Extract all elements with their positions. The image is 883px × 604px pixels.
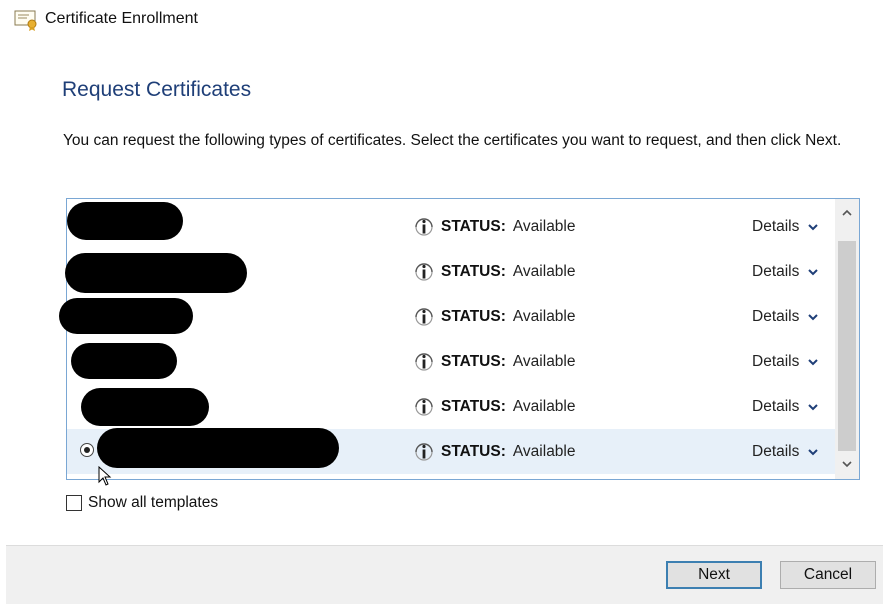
redacted-name bbox=[81, 388, 209, 426]
redacted-name bbox=[67, 202, 183, 240]
certificate-row[interactable]: STATUS: Available Details bbox=[59, 294, 835, 339]
details-toggle[interactable]: Details bbox=[752, 396, 819, 418]
show-all-templates-label: Show all templates bbox=[88, 494, 219, 511]
info-icon bbox=[415, 443, 433, 461]
certificate-row[interactable]: STATUS: Available Details bbox=[65, 249, 835, 294]
status-label: STATUS: bbox=[441, 263, 506, 280]
status-label: STATUS: bbox=[441, 353, 506, 370]
info-icon bbox=[415, 263, 433, 281]
next-button[interactable]: Next bbox=[666, 561, 762, 589]
chevron-down-icon bbox=[808, 449, 819, 456]
details-label: Details bbox=[752, 443, 800, 460]
page-title: Request Certificates bbox=[62, 78, 252, 101]
status-label: STATUS: bbox=[441, 308, 506, 325]
info-icon bbox=[415, 353, 433, 371]
details-toggle[interactable]: Details bbox=[752, 216, 819, 238]
title-bar: Certificate Enrollment bbox=[0, 0, 883, 40]
details-label: Details bbox=[752, 308, 800, 325]
status: STATUS: Available bbox=[413, 261, 576, 283]
status: STATUS: Available bbox=[413, 441, 576, 463]
chevron-down-icon bbox=[808, 314, 819, 321]
redacted-name bbox=[65, 253, 247, 293]
scroll-down-button[interactable] bbox=[835, 453, 859, 475]
instructions-text: You can request the following types of c… bbox=[63, 132, 842, 149]
status-value: Available bbox=[512, 443, 576, 460]
radio-dot bbox=[84, 447, 90, 453]
status-value: Available bbox=[512, 353, 576, 370]
scroll-up-button[interactable] bbox=[835, 202, 859, 224]
mouse-cursor-icon bbox=[98, 466, 112, 486]
status-value: Available bbox=[512, 263, 576, 280]
chevron-down-icon bbox=[808, 224, 819, 231]
details-toggle[interactable]: Details bbox=[752, 441, 819, 463]
chevron-down-icon bbox=[808, 269, 819, 276]
scroll-thumb[interactable] bbox=[838, 241, 856, 451]
details-toggle[interactable]: Details bbox=[752, 351, 819, 373]
details-label: Details bbox=[752, 398, 800, 415]
status-label: STATUS: bbox=[441, 398, 506, 415]
certificate-row[interactable]: STATUS: Available Details bbox=[67, 202, 835, 249]
radio-button[interactable] bbox=[80, 443, 94, 457]
info-icon bbox=[415, 218, 433, 236]
certificate-row[interactable]: STATUS: Available Details bbox=[67, 384, 835, 429]
chevron-down-icon bbox=[808, 404, 819, 411]
info-icon bbox=[415, 308, 433, 326]
status-value: Available bbox=[512, 218, 576, 235]
cancel-button[interactable]: Cancel bbox=[780, 561, 876, 589]
certificate-icon bbox=[14, 10, 37, 31]
chevron-down-icon bbox=[842, 461, 852, 468]
redacted-name bbox=[59, 298, 193, 334]
details-label: Details bbox=[752, 353, 800, 370]
certificate-row[interactable]: STATUS: Available Details bbox=[67, 339, 835, 384]
certificate-row-selected[interactable]: STATUS: Available Details bbox=[67, 428, 835, 474]
details-label: Details bbox=[752, 218, 800, 235]
certificate-list[interactable]: STATUS: Available Details STATUS: Availa… bbox=[59, 198, 860, 480]
status: STATUS: Available bbox=[413, 306, 576, 328]
status-value: Available bbox=[512, 398, 576, 415]
status-label: STATUS: bbox=[441, 218, 506, 235]
details-toggle[interactable]: Details bbox=[752, 306, 819, 328]
status: STATUS: Available bbox=[413, 396, 576, 418]
info-icon bbox=[415, 398, 433, 416]
details-label: Details bbox=[752, 263, 800, 280]
footer: Next Cancel bbox=[6, 545, 883, 604]
show-all-templates[interactable]: Show all templates bbox=[66, 494, 218, 512]
vertical-scrollbar[interactable] bbox=[835, 199, 859, 479]
show-all-templates-checkbox[interactable] bbox=[66, 495, 82, 511]
chevron-down-icon bbox=[808, 359, 819, 366]
status: STATUS: Available bbox=[413, 351, 576, 373]
window-title: Certificate Enrollment bbox=[45, 10, 198, 27]
redacted-name bbox=[97, 428, 339, 468]
status: STATUS: Available bbox=[413, 216, 576, 238]
chevron-up-icon bbox=[842, 209, 852, 216]
status-value: Available bbox=[512, 308, 576, 325]
details-toggle[interactable]: Details bbox=[752, 261, 819, 283]
status-label: STATUS: bbox=[441, 443, 506, 460]
redacted-name bbox=[71, 343, 177, 379]
